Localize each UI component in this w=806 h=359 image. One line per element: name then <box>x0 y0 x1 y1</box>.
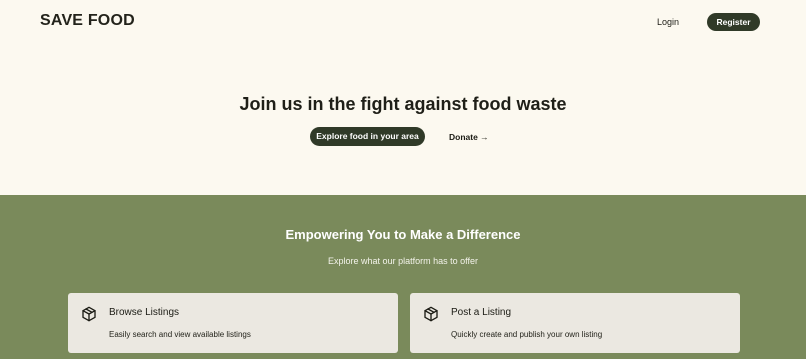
logo[interactable]: SAVE FOOD <box>40 12 135 30</box>
box-icon <box>81 306 97 322</box>
card-description: Quickly create and publish your own list… <box>451 330 603 339</box>
hero-title: Join us in the fight against food waste <box>239 94 567 114</box>
card-title: Post a Listing <box>451 307 512 318</box>
features-section: Empowering You to Make a Difference Expl… <box>0 195 806 359</box>
feature-card-browse-listings[interactable]: Browse Listings Easily search and view a… <box>68 293 398 353</box>
features-title: Empowering You to Make a Difference <box>285 227 521 242</box>
register-button[interactable]: Register <box>707 13 760 31</box>
card-title: Browse Listings <box>109 307 180 318</box>
features-subtitle: Explore what our platform has to offer <box>328 256 478 266</box>
site-header: SAVE FOOD Login Register <box>0 0 806 44</box>
login-link[interactable]: Login <box>648 14 688 30</box>
explore-food-button[interactable]: Explore food in your area <box>310 127 425 146</box>
donate-link[interactable]: Donate → <box>449 129 489 145</box>
card-description: Easily search and view available listing… <box>109 330 251 339</box>
box-icon <box>423 306 439 322</box>
feature-card-post-listing[interactable]: Post a Listing Quickly create and publis… <box>410 293 740 353</box>
